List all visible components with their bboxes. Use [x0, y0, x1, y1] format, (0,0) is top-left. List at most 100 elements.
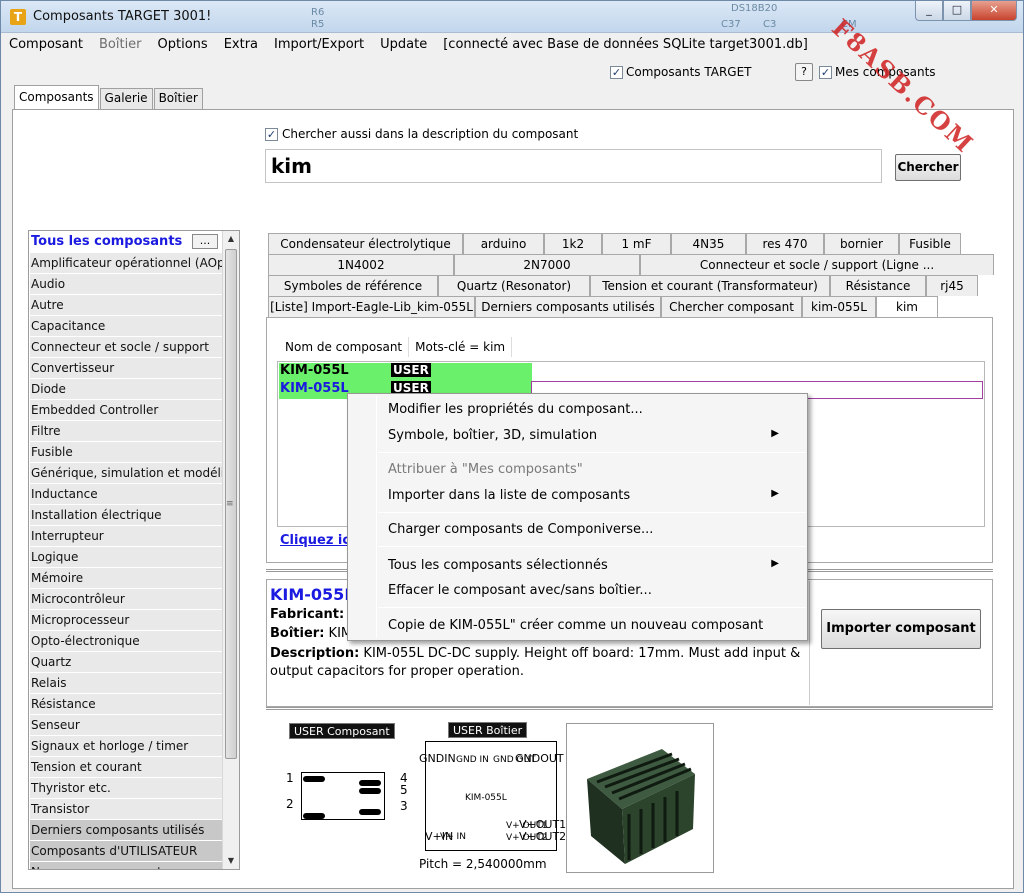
category-item[interactable]: Fusible [30, 442, 223, 462]
result-tab[interactable]: Résistance [830, 275, 926, 296]
menu-assign-my-components[interactable]: Attribuer à "Mes composants" [388, 462, 583, 477]
category-item[interactable]: Transistor [30, 799, 223, 819]
result-tab[interactable]: Derniers composants utilisés [475, 296, 661, 317]
category-item[interactable]: Connecteur et socle / support [30, 337, 223, 357]
menu-options[interactable]: Options [158, 37, 208, 57]
menu-modify-properties[interactable]: Modifier les propriétés du composant... [388, 402, 643, 417]
results-header: Nom de composant Mots-clé = kim [279, 337, 513, 357]
category-item[interactable]: Amplificateur opérationnel (AOp) [30, 253, 223, 273]
tab-boitier[interactable]: Boîtier [153, 88, 203, 110]
result-row[interactable]: KIM-055L USER [279, 363, 532, 381]
checkbox-icon[interactable]: ✓ [265, 127, 278, 141]
result-tab[interactable]: bornier [824, 233, 899, 254]
result-tab[interactable]: res 470 [746, 233, 824, 254]
result-tab[interactable]: arduino [463, 233, 544, 254]
col-name-header[interactable]: Nom de composant [279, 337, 410, 357]
search-input[interactable]: kim [265, 149, 882, 183]
help-button[interactable]: ? [795, 63, 813, 81]
result-tab[interactable]: Chercher composant [661, 296, 802, 317]
click-here-link[interactable]: Cliquez ici [280, 533, 355, 548]
window-title: Composants TARGET 3001! [33, 9, 212, 24]
minimize-button[interactable]: _ [915, 1, 943, 21]
category-item[interactable]: Microprocesseur [30, 610, 223, 630]
tab-row-4: [Liste] Import-Eagle-Lib_kim-055L Dernier… [268, 296, 938, 317]
main-window: T Composants TARGET 3001! R6 R5 C37 C3 D… [0, 0, 1024, 893]
category-item[interactable]: Interrupteur [30, 526, 223, 546]
menu-import-export[interactable]: Import/Export [274, 37, 364, 57]
menu-boitier[interactable]: Boîtier [99, 37, 142, 57]
result-tab[interactable]: kim-055L [802, 296, 876, 317]
result-tab[interactable]: Connecteur et socle / support (Ligne ... [640, 254, 994, 275]
result-tab[interactable]: Quartz (Resonator) [438, 275, 590, 296]
menu-all-selected[interactable]: Tous les composants sélectionnés ▶ [388, 558, 793, 573]
category-user[interactable]: Composants d'UTILISATEUR [30, 841, 223, 861]
result-tab[interactable]: rj45 [926, 275, 978, 296]
result-tab[interactable]: 1N4002 [268, 254, 454, 275]
category-item[interactable]: Audio [30, 274, 223, 294]
title-bar[interactable]: T Composants TARGET 3001! R6 R5 C37 C3 D… [1, 1, 1023, 33]
category-item[interactable]: Microcontrôleur [30, 589, 223, 609]
category-item[interactable]: Signaux et horloge / timer [30, 736, 223, 756]
checkbox-icon[interactable]: ✓ [610, 65, 623, 79]
target-components-label: Composants TARGET [626, 65, 752, 79]
category-item[interactable]: Autre [30, 295, 223, 315]
category-item[interactable]: Installation électrique [30, 505, 223, 525]
tab-composants[interactable]: Composants [14, 85, 99, 110]
splitter[interactable] [266, 707, 993, 710]
menu-copy-component[interactable]: Copie de KIM-055L" créer comme un nouvea… [388, 618, 763, 633]
target-components-option[interactable]: ✓ Composants TARGET [610, 65, 752, 79]
menu-load-componiverse[interactable]: Charger composants de Componiverse... [388, 522, 653, 537]
scroll-down-icon[interactable]: ▼ [223, 853, 239, 869]
col-keywords-header[interactable]: Mots-clé = kim [409, 337, 513, 357]
menu-update[interactable]: Update [380, 37, 427, 57]
tab-galerie[interactable]: Galerie [99, 88, 153, 110]
pin-label: GND OUT [493, 755, 536, 765]
menu-delete-component[interactable]: Effacer le composant avec/sans boîtier..… [388, 583, 652, 598]
category-recent[interactable]: Derniers composants utilisés [30, 820, 223, 840]
category-item[interactable]: Convertisseur [30, 358, 223, 378]
result-tab[interactable]: Symboles de référence [268, 275, 438, 296]
menu-import-list[interactable]: Importer dans la liste de composants ▶ [388, 488, 793, 503]
category-item[interactable]: Diode [30, 379, 223, 399]
result-tab[interactable]: 1k2 [544, 233, 602, 254]
background-schematic: R6 R5 C37 C3 DS18B20 CM [311, 3, 857, 30]
detail-divider [809, 581, 810, 705]
category-item[interactable]: Opto-électronique [30, 631, 223, 651]
menu-extra[interactable]: Extra [224, 37, 258, 57]
result-tab[interactable]: [Liste] Import-Eagle-Lib_kim-055L [268, 296, 475, 317]
category-item[interactable]: Senseur [30, 715, 223, 735]
category-item[interactable]: Mémoire [30, 568, 223, 588]
category-item[interactable]: Thyristor etc. [30, 778, 223, 798]
more-button[interactable]: ... [192, 234, 218, 249]
category-item[interactable]: Relais [30, 673, 223, 693]
menu-composant[interactable]: Composant [9, 37, 83, 57]
category-item[interactable]: Filtre [30, 421, 223, 441]
category-item[interactable]: Inductance [30, 484, 223, 504]
maximize-button[interactable]: □ [943, 1, 971, 21]
search-button[interactable]: Chercher [895, 154, 961, 181]
result-tab[interactable]: Fusible [899, 233, 961, 254]
category-new[interactable]: Nouveaux composants [30, 862, 223, 869]
result-tab[interactable]: 1 mF [602, 233, 671, 254]
result-tab[interactable]: Condensateur électrolytique [268, 233, 463, 254]
result-tab[interactable]: kim [876, 296, 938, 317]
import-component-button[interactable]: Importer composant [821, 609, 981, 649]
close-button[interactable]: ✕ [971, 1, 1017, 21]
menu-symbol-package[interactable]: Symbole, boîtier, 3D, simulation ▶ [388, 428, 793, 443]
category-item[interactable]: Capacitance [30, 316, 223, 336]
category-item[interactable]: Tension et courant [30, 757, 223, 777]
category-item[interactable]: Embedded Controller [30, 400, 223, 420]
description-search-option[interactable]: ✓ Chercher aussi dans la description du … [265, 127, 578, 141]
category-item[interactable]: Générique, simulation et modélisation [30, 463, 223, 483]
checkbox-icon[interactable]: ✓ [819, 65, 832, 79]
category-item[interactable]: Résistance [30, 694, 223, 714]
3d-model-image [566, 723, 714, 873]
result-tab[interactable]: 2N7000 [454, 254, 640, 275]
pin-label: GND IN [456, 755, 489, 765]
result-tab[interactable]: 4N35 [671, 233, 746, 254]
result-tab[interactable]: Tension et courant (Transformateur) [590, 275, 830, 296]
category-item[interactable]: Quartz [30, 652, 223, 672]
scroll-up-icon[interactable]: ▲ [223, 231, 239, 247]
category-item[interactable]: Logique [30, 547, 223, 567]
category-scrollbar[interactable]: ▲ ≡ ▼ [222, 231, 239, 869]
